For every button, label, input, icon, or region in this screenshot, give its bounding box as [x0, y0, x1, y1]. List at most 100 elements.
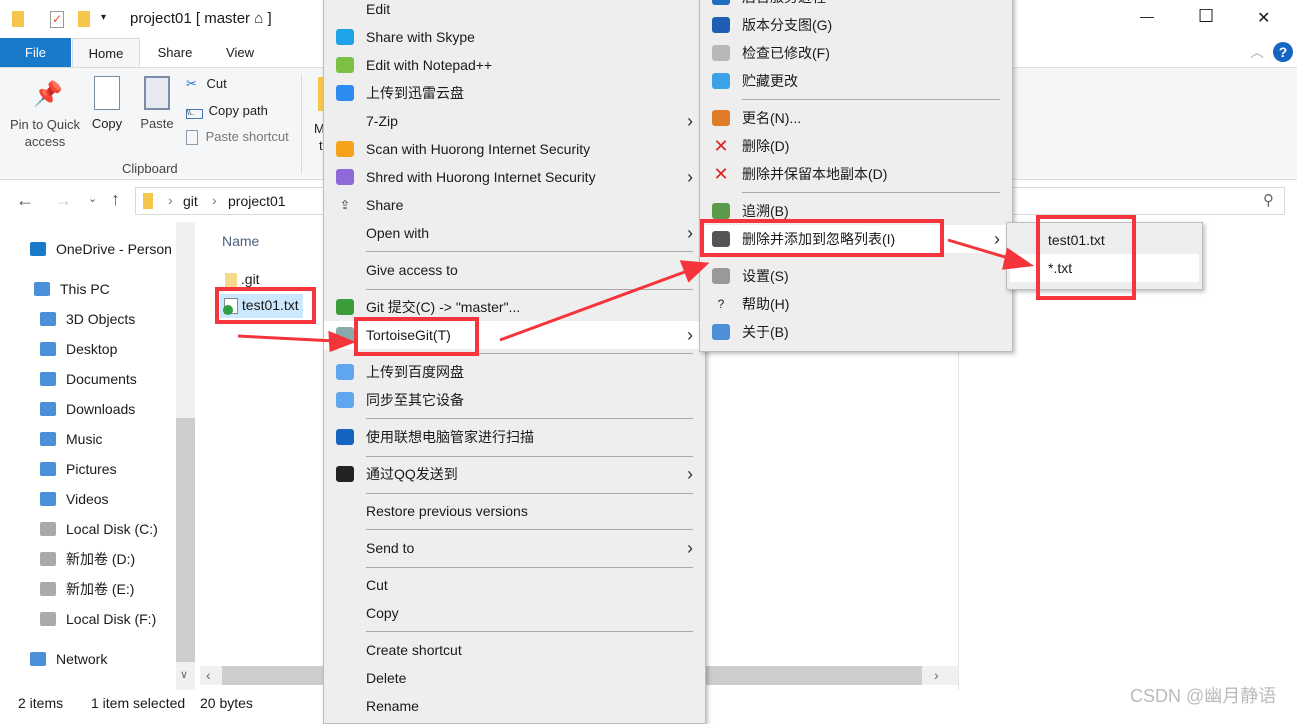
- menu-item-copy[interactable]: Copy: [324, 599, 705, 627]
- menu-item-rename[interactable]: Rename: [324, 692, 705, 720]
- menu-item-item[interactable]: 上传到迅雷云盘: [324, 79, 705, 107]
- customize-toolbar-icon[interactable]: ▾: [101, 12, 106, 23]
- menu-item-restore-previous-versions[interactable]: Restore previous versions: [324, 497, 705, 525]
- menu-item-item[interactable]: 使用联想电脑管家进行扫描: [324, 423, 705, 451]
- menu-item-f[interactable]: 检查已修改(F): [700, 39, 1012, 67]
- menu-item-item[interactable]: 贮藏更改: [700, 67, 1012, 95]
- nav-scrollbar-thumb[interactable]: [176, 418, 195, 662]
- shredder-icon: [336, 169, 354, 185]
- videos-icon: [40, 492, 56, 506]
- menu-item-n[interactable]: 更名(N)...: [700, 104, 1012, 132]
- chevron-right-icon: ›: [687, 538, 693, 558]
- menu-item-s[interactable]: 设置(S): [700, 262, 1012, 290]
- cut-button[interactable]: ✂ Cut: [186, 76, 227, 92]
- menu-item-send-to[interactable]: Send to ›: [324, 534, 705, 562]
- copy-button[interactable]: Copy: [88, 76, 126, 131]
- stash-icon: [712, 73, 730, 89]
- nav-item[interactable]: 新加卷 (D:): [40, 544, 135, 574]
- nav-item[interactable]: Downloads: [40, 394, 135, 424]
- nav-item[interactable]: Network: [30, 644, 107, 674]
- forward-button[interactable]: →: [54, 190, 72, 211]
- menu-item-b[interactable]: 追溯(B): [700, 197, 1012, 225]
- close-button[interactable]: ✕: [1257, 8, 1270, 28]
- huorong-shield-icon: [336, 141, 354, 157]
- network-icon: [30, 652, 46, 666]
- pin-quick-access-button[interactable]: 📌 Pin to Quick access: [8, 80, 82, 150]
- tab-home[interactable]: Home: [72, 38, 140, 67]
- menu-item-item[interactable]: 上传到百度网盘: [324, 358, 705, 386]
- menu-item-open-with[interactable]: Open with ›: [324, 219, 705, 247]
- nav-item[interactable]: Local Disk (F:): [40, 604, 156, 634]
- nav-item[interactable]: 3D Objects: [40, 304, 135, 334]
- minimize-button[interactable]: —: [1140, 8, 1154, 24]
- copy-icon: [94, 76, 120, 110]
- nav-scrollbar[interactable]: ∨: [176, 222, 195, 690]
- menu-item-g[interactable]: 版本分支图(G): [700, 11, 1012, 39]
- nav-item[interactable]: Desktop: [40, 334, 117, 364]
- nav-item[interactable]: This PC: [34, 274, 110, 304]
- menu-item-item[interactable]: 后台服务进程: [700, 0, 1012, 11]
- tab-view[interactable]: View: [210, 38, 270, 67]
- menu-item-edit[interactable]: Edit: [324, 0, 705, 23]
- scroll-down-icon[interactable]: ∨: [180, 668, 188, 681]
- menu-item-7-zip[interactable]: 7-Zip ›: [324, 107, 705, 135]
- menu-item-edit-with-notepad[interactable]: Edit with Notepad++: [324, 51, 705, 79]
- skype-icon: [336, 29, 354, 45]
- ignore-item-file[interactable]: test01.txt: [1010, 226, 1199, 254]
- maximize-button[interactable]: ☐: [1198, 6, 1214, 27]
- paste-button[interactable]: Paste: [137, 76, 177, 131]
- help-icon[interactable]: ?: [1273, 42, 1293, 62]
- tab-file[interactable]: File: [0, 38, 71, 67]
- menu-item-d[interactable]: ✕ 删除(D): [700, 132, 1012, 160]
- ignore-icon: [712, 231, 730, 247]
- menu-item-d[interactable]: ✕ 删除并保留本地副本(D): [700, 160, 1012, 188]
- pc-icon: [34, 282, 50, 296]
- recent-locations-icon[interactable]: ⌄: [88, 192, 97, 205]
- column-header-name[interactable]: Name: [222, 233, 259, 249]
- copy-path-button[interactable]: \\.. Copy path: [186, 103, 268, 119]
- ignore-submenu: test01.txt *.txt: [1006, 222, 1203, 290]
- menu-item-scan-with-huorong-internet-security[interactable]: Scan with Huorong Internet Security: [324, 135, 705, 163]
- up-button[interactable]: ↑: [111, 189, 120, 210]
- nav-item[interactable]: Videos: [40, 484, 109, 514]
- menu-item-item[interactable]: 同步至其它设备: [324, 386, 705, 414]
- file-item[interactable]: .git: [225, 268, 260, 290]
- breadcrumb-project01[interactable]: project01: [228, 193, 286, 209]
- nav-item[interactable]: 新加卷 (E:): [40, 574, 134, 604]
- nav-item[interactable]: Music: [40, 424, 103, 454]
- scroll-right-icon[interactable]: ›: [934, 667, 939, 683]
- paste-shortcut-button[interactable]: Paste shortcut: [186, 129, 289, 146]
- delete-x-icon: ✕: [713, 164, 729, 184]
- menu-item-give-access-to[interactable]: Give access to ›: [324, 256, 705, 284]
- properties-icon[interactable]: ✓: [50, 11, 64, 28]
- new-folder-icon[interactable]: [78, 11, 90, 27]
- tab-share[interactable]: Share: [145, 38, 205, 67]
- search-icon[interactable]: ⚲: [1263, 191, 1274, 209]
- collapse-ribbon-icon[interactable]: ︿: [1250, 42, 1264, 62]
- ignore-item-extension[interactable]: *.txt: [1010, 254, 1199, 282]
- file-item-selected[interactable]: test01.txt: [220, 294, 303, 318]
- menu-item-git-c-master[interactable]: Git 提交(C) -> "master"...: [324, 293, 705, 321]
- menu-item-b[interactable]: 关于(B): [700, 318, 1012, 346]
- window-title: project01 [ master ⌂ ]: [130, 10, 272, 27]
- item-count: 2 items: [18, 695, 64, 711]
- menu-item-create-shortcut[interactable]: Create shortcut: [324, 636, 705, 664]
- menu-item-delete[interactable]: Delete: [324, 664, 705, 692]
- breadcrumb-git[interactable]: git: [183, 193, 198, 209]
- menu-item-share-with-skype[interactable]: Share with Skype: [324, 23, 705, 51]
- nav-item[interactable]: Local Disk (C:): [40, 514, 158, 544]
- nav-item[interactable]: Documents: [40, 364, 137, 394]
- nav-item[interactable]: Pictures: [40, 454, 117, 484]
- menu-item-cut[interactable]: Cut: [324, 571, 705, 599]
- back-button[interactable]: ←: [16, 190, 34, 211]
- scroll-left-icon[interactable]: ‹: [206, 667, 211, 683]
- menu-item-i[interactable]: 删除并添加到忽略列表(I) ›: [700, 225, 1012, 253]
- menu-item-qq[interactable]: 通过QQ发送到 ›: [324, 460, 705, 488]
- menu-item-h[interactable]: ? 帮助(H): [700, 290, 1012, 318]
- menu-item-tortoisegit-t[interactable]: TortoiseGit(T) ›: [324, 321, 705, 349]
- selection-size: 20 bytes: [200, 695, 253, 711]
- nav-item[interactable]: OneDrive - Person: [30, 234, 172, 264]
- rename-pencil-icon: [712, 110, 730, 126]
- menu-item-shred-with-huorong-internet-security[interactable]: Shred with Huorong Internet Security ›: [324, 163, 705, 191]
- menu-item-share[interactable]: ⇪ Share: [324, 191, 705, 219]
